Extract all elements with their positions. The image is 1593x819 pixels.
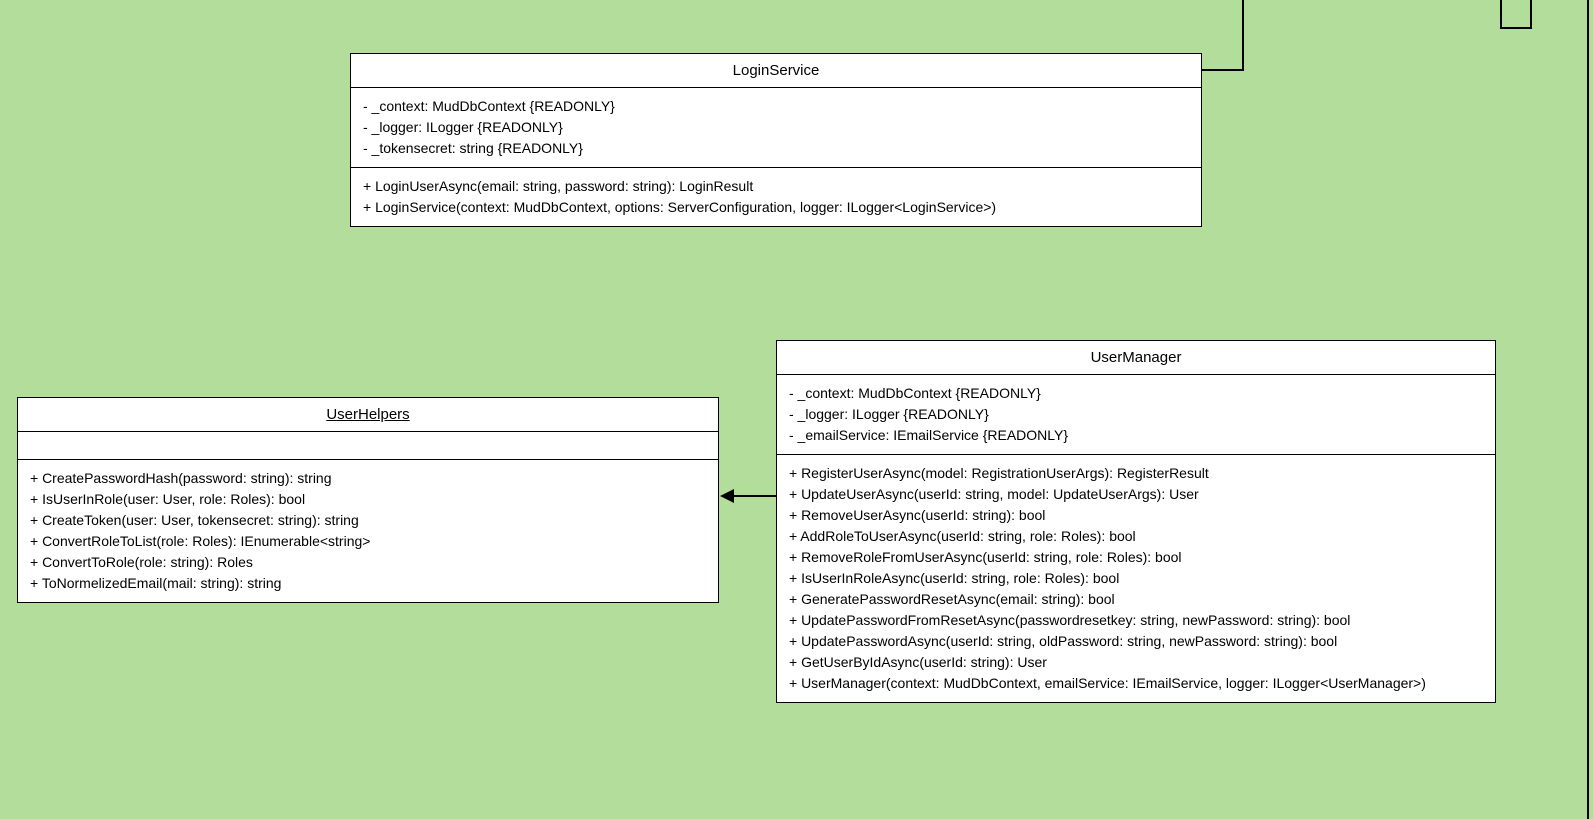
connector-loginservice-out-v [1242,0,1244,71]
method-item: + LoginService(context: MudDbContext, op… [363,197,1189,218]
method-item: + UpdatePasswordFromResetAsync(passwordr… [789,610,1483,631]
method-item: + ConvertRoleToList(role: Roles): IEnume… [30,531,706,552]
attribute-item: - _logger: ILogger {READONLY} [363,117,1189,138]
class-title-userhelpers: UserHelpers [18,398,718,432]
connector-right-edge-left [1500,0,1502,29]
method-item: + LoginUserAsync(email: string, password… [363,176,1189,197]
class-title-loginservice: LoginService [351,54,1201,88]
method-item: + UpdateUserAsync(userId: string, model:… [789,484,1483,505]
method-item: + RegisterUserAsync(model: RegistrationU… [789,463,1483,484]
method-item: + ToNormelizedEmail(mail: string): strin… [30,573,706,594]
method-item: + GeneratePasswordResetAsync(email: stri… [789,589,1483,610]
attribute-item: - _emailService: IEmailService {READONLY… [789,425,1483,446]
method-item: + ConvertToRole(role: string): Roles [30,552,706,573]
class-name-loginservice: LoginService [733,62,820,79]
connector-right-edge-bottom [1500,27,1532,29]
attribute-item: - _tokensecret: string {READONLY} [363,138,1189,159]
connector-loginservice-out-h [1202,69,1244,71]
attribute-item: - _context: MudDbContext {READONLY} [789,383,1483,404]
connector-right-edge-right [1530,0,1532,29]
method-item: + CreatePasswordHash(password: string): … [30,468,706,489]
method-item: + IsUserInRole(user: User, role: Roles):… [30,489,706,510]
method-item: + GetUserByIdAsync(userId: string): User [789,652,1483,673]
method-item: + RemoveUserAsync(userId: string): bool [789,505,1483,526]
class-loginservice: LoginService - _context: MudDbContext {R… [350,53,1202,227]
methods-userhelpers: + CreatePasswordHash(password: string): … [18,460,718,602]
method-item: + UserManager(context: MudDbContext, ema… [789,673,1483,694]
attributes-loginservice: - _context: MudDbContext {READONLY} - _l… [351,88,1201,168]
class-usermanager: UserManager - _context: MudDbContext {RE… [776,340,1496,703]
methods-usermanager: + RegisterUserAsync(model: RegistrationU… [777,455,1495,702]
attributes-userhelpers [18,432,718,460]
method-item: + RemoveRoleFromUserAsync(userId: string… [789,547,1483,568]
attribute-item: - _logger: ILogger {READONLY} [789,404,1483,425]
methods-loginservice: + LoginUserAsync(email: string, password… [351,168,1201,226]
class-userhelpers: UserHelpers + CreatePasswordHash(passwor… [17,397,719,603]
connector-far-right-vertical [1587,0,1589,819]
connector-usermanager-userhelpers [732,495,776,497]
attribute-item: - _context: MudDbContext {READONLY} [363,96,1189,117]
method-item: + IsUserInRoleAsync(userId: string, role… [789,568,1483,589]
method-item: + AddRoleToUserAsync(userId: string, rol… [789,526,1483,547]
method-item: + UpdatePasswordAsync(userId: string, ol… [789,631,1483,652]
class-name-usermanager: UserManager [1091,349,1182,366]
arrowhead-usermanager-userhelpers [720,489,734,503]
attributes-usermanager: - _context: MudDbContext {READONLY} - _l… [777,375,1495,455]
method-item: + CreateToken(user: User, tokensecret: s… [30,510,706,531]
class-name-userhelpers: UserHelpers [326,406,409,423]
class-title-usermanager: UserManager [777,341,1495,375]
